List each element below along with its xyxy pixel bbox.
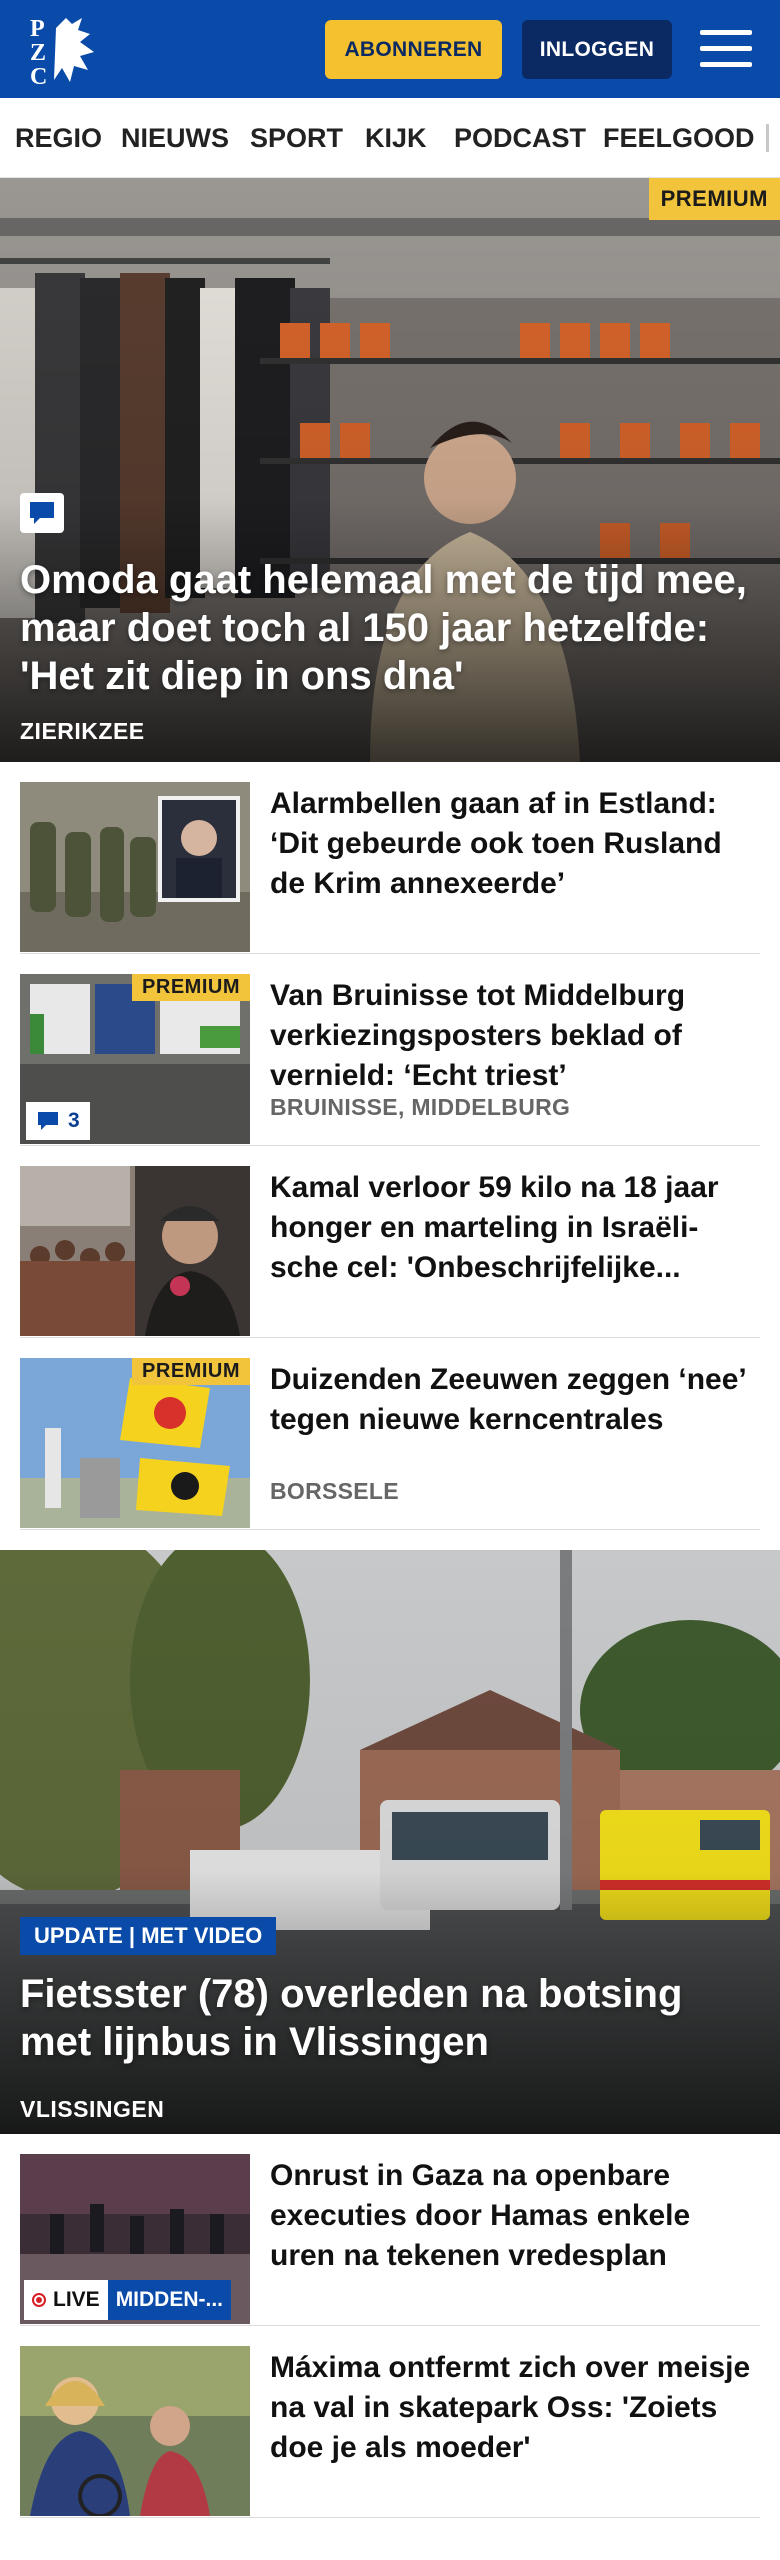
article-headline[interactable]: Kamal verloor 59 kilo na 18 jaar honger … bbox=[270, 1168, 756, 1288]
list-item[interactable]: LIVE MIDDEN-... Onrust in Gaza na openba… bbox=[20, 2134, 760, 2326]
article-thumbnail: PREMIUM bbox=[20, 1358, 250, 1528]
login-button[interactable]: INLOGGEN bbox=[522, 20, 672, 79]
nav-item-podcast[interactable]: PODCAST bbox=[454, 98, 586, 177]
comment-count: 3 bbox=[26, 1102, 90, 1140]
list-item[interactable]: Máxima ontfermt zich over meisje na val … bbox=[20, 2326, 760, 2518]
hero-article-2[interactable]: UPDATE | MET VIDEO Fietsster (78) overle… bbox=[0, 1550, 780, 2134]
article-location: BRUINISSE, MIDDELBURG bbox=[270, 1094, 571, 1120]
comment-bubble-icon bbox=[38, 1112, 58, 1130]
live-badge: LIVE MIDDEN-... bbox=[24, 2280, 232, 2320]
comment-bubble-icon bbox=[20, 493, 64, 533]
article-thumbnail: LIVE MIDDEN-... bbox=[20, 2154, 250, 2324]
update-badge: UPDATE | MET VIDEO bbox=[20, 1917, 277, 1955]
hero-location: ZIERIKZEE bbox=[20, 718, 145, 744]
article-headline[interactable]: Máxima ontfermt zich over meisje na val … bbox=[270, 2348, 756, 2468]
nav-item-nieuws[interactable]: NIEUWS bbox=[121, 98, 229, 177]
article-list: Alarmbellen gaan af in Estland: ‘Dit geb… bbox=[0, 762, 780, 1530]
hero-headline-2[interactable]: Fietsster (78) overleden na botsing met … bbox=[20, 1970, 756, 2066]
premium-badge: PREMIUM bbox=[132, 1358, 250, 1385]
hero-article[interactable]: PREMIUM Omoda gaat helemaal met de tijd … bbox=[0, 178, 780, 762]
list-item[interactable]: PREMIUM Duizenden Zeeuwen zeggen ‘nee’ t… bbox=[20, 1338, 760, 1530]
live-dot-icon bbox=[32, 2293, 46, 2307]
list-item[interactable]: Kamal verloor 59 kilo na 18 jaar honger … bbox=[20, 1146, 760, 1338]
nav-item-kijk[interactable]: KIJK bbox=[365, 98, 427, 177]
article-headline[interactable]: Van Bruinisse tot Middelburg verkiezings… bbox=[270, 976, 756, 1096]
svg-text:Z: Z bbox=[30, 40, 46, 66]
svg-text:C: C bbox=[30, 64, 47, 88]
hero-headline[interactable]: Omoda gaat helemaal met de tijd mee, maa… bbox=[20, 556, 756, 700]
article-thumbnail bbox=[20, 2346, 250, 2516]
article-headline[interactable]: Duizenden Zeeuwen zeggen ‘nee’ tegen nie… bbox=[270, 1360, 756, 1440]
nav-item-feelgood[interactable]: FEELGOOD bbox=[603, 98, 755, 177]
list-item[interactable]: Alarmbellen gaan af in Estland: ‘Dit geb… bbox=[20, 762, 760, 954]
comment-count-value: 3 bbox=[68, 1109, 80, 1132]
site-header: P Z C ABONNEREN INLOGGEN bbox=[0, 0, 780, 98]
pzc-logo[interactable]: P Z C bbox=[28, 12, 110, 90]
nav-item-sport[interactable]: SPORT bbox=[250, 98, 343, 177]
section-nav: REGIO NIEUWS SPORT KIJK PODCAST FEELGOOD bbox=[0, 98, 780, 178]
premium-badge: PREMIUM bbox=[648, 178, 780, 220]
svg-text:P: P bbox=[30, 16, 45, 42]
hamburger-menu-icon[interactable] bbox=[700, 28, 752, 70]
article-headline[interactable]: Onrust in Gaza na openbare executies doo… bbox=[270, 2156, 756, 2276]
category-label: MIDDEN-... bbox=[107, 2280, 232, 2320]
article-location: BORSSELE bbox=[270, 1478, 399, 1504]
article-headline[interactable]: Alarmbellen gaan af in Estland: ‘Dit geb… bbox=[270, 784, 756, 904]
article-thumbnail bbox=[20, 1166, 250, 1336]
article-thumbnail: PREMIUM 3 bbox=[20, 974, 250, 1144]
nav-item-regio[interactable]: REGIO bbox=[15, 98, 102, 177]
subscribe-button[interactable]: ABONNEREN bbox=[325, 20, 502, 79]
article-thumbnail bbox=[20, 782, 250, 952]
hero-location-2: VLISSINGEN bbox=[20, 2096, 165, 2122]
article-list-2: LIVE MIDDEN-... Onrust in Gaza na openba… bbox=[0, 2134, 780, 2518]
list-item[interactable]: PREMIUM 3 Van Bruinisse tot Middelburg v… bbox=[20, 954, 760, 1146]
premium-badge: PREMIUM bbox=[132, 974, 250, 1001]
nav-overflow-indicator bbox=[766, 124, 769, 152]
